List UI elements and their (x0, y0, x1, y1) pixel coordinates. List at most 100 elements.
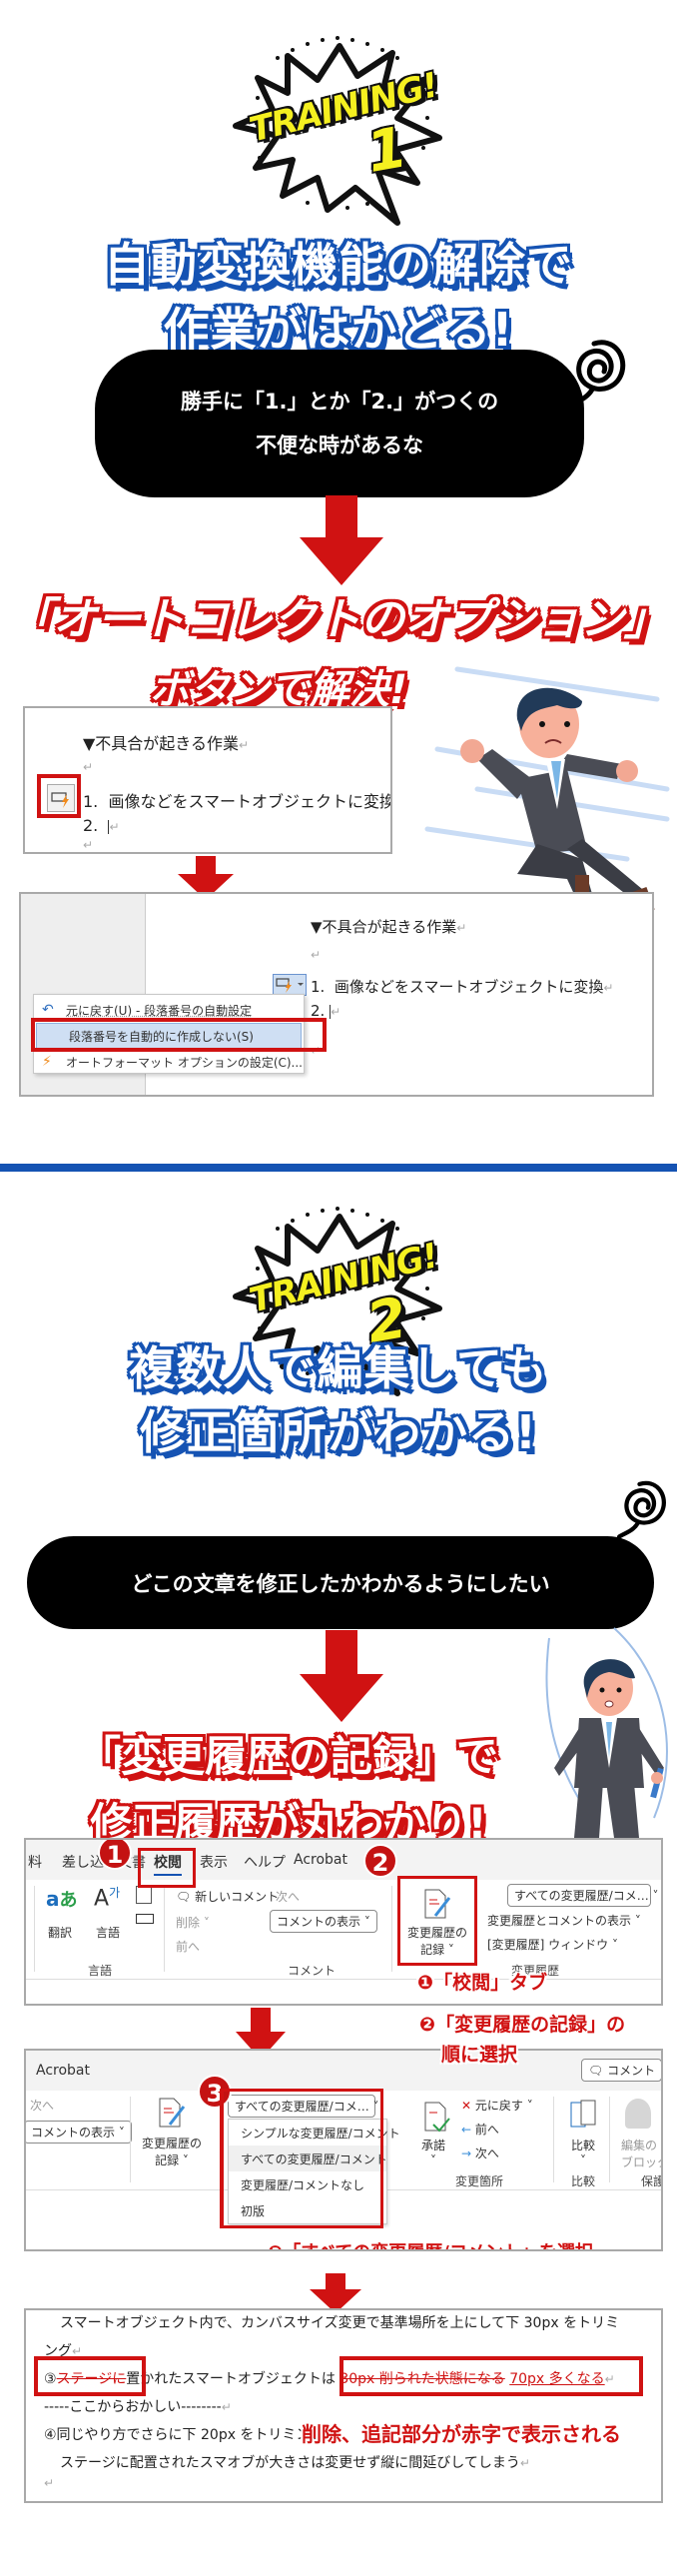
document-screenshot-tracked-changes: スマートオブジェクト内で、カンバスサイズ変更で基準場所を上にして下 30px を… (24, 2308, 663, 2503)
highlight-deleted-text (34, 2356, 146, 2396)
highlight-markup-dropdown (220, 2089, 383, 2228)
doc-line-6: ステージに配置されたスマオブが大きさは変更せず縦に間延びしてしまう↵ (60, 2455, 530, 2471)
tab-help[interactable]: ヘルプ (244, 1852, 286, 1872)
list-item-1: 1. 画像などをスマートオブジェクトに変換↵ (311, 978, 614, 996)
menu-item-autoformat-options[interactable]: ⚡ オートフォーマット オプションの設定(C)... (34, 1049, 304, 1075)
separator (164, 1886, 165, 1972)
ribbon-screenshot-review-tab: 料 差し込み文書 校閲 表示 ヘルプ Acrobat aあ 翻訳 A가 言語 言… (24, 1838, 663, 2006)
prev-comment-button[interactable]: 前へ (176, 1938, 200, 1955)
list-item-1: 1. 画像などをスマートオブジェクトに変換↵ (83, 792, 392, 811)
problem-speech-pill-1: 勝手に「1.」とか「2.」がつくの 不便な時があるな (95, 350, 584, 497)
autocorrect-options-button[interactable] (273, 974, 307, 996)
next-change-button[interactable]: → 次へ (461, 2145, 499, 2161)
doc-line-5: ④同じやり方でさらに下 20px をトリミング (44, 2427, 325, 2443)
doc-heading: ▼不具合が起きる作業↵ (83, 734, 250, 753)
paragraph-mark: ↵ (311, 948, 322, 962)
undo-icon: ↶ (42, 1002, 54, 1018)
next-icon: → (461, 2147, 472, 2160)
accept-icon (424, 2102, 450, 2133)
autocorrect-options-icon (276, 978, 304, 993)
previous-change-button[interactable]: ← 前へ (461, 2121, 499, 2138)
group-label-compare: 比較 (571, 2174, 596, 2188)
comments-button[interactable]: 🗨 コメント (581, 2059, 661, 2082)
group-label-language: 言語 (88, 1964, 113, 1978)
problem-line-2: 不便な時があるな (256, 433, 423, 457)
group-label-comment: コメント (288, 1964, 337, 1978)
doc-heading: ▼不具合が起きる作業↵ (311, 918, 467, 936)
show-markup-button[interactable]: 変更履歴とコメントの表示 ˅ (487, 1912, 641, 1929)
autoformat-icon: ⚡ (42, 1054, 52, 1070)
separator (609, 2097, 610, 2182)
tab-acrobat[interactable]: Acrobat (294, 1852, 347, 1868)
reject-button[interactable]: ✕ 元に戻す ˅ (461, 2097, 533, 2114)
delete-comment-button[interactable]: 削除 ˅ (176, 1914, 210, 1931)
paragraph-mark: ↵ (44, 2476, 55, 2490)
tab-references-partial[interactable]: 料 (28, 1852, 42, 1872)
translate-icon: aあ (46, 1887, 78, 1911)
next-comment-button[interactable]: 次へ (276, 1888, 300, 1905)
compare-button[interactable]: 比較 ˅ (571, 2137, 595, 2167)
training-1-headline-line-1: 自動変換機能の解除で (104, 238, 573, 292)
doc-line-4: -----ここからおかしい--------↵ (44, 2399, 232, 2415)
spelling-icon[interactable] (136, 1886, 152, 1904)
highlight-autocorrect-button (37, 774, 81, 818)
caption-step-3: ❸「すべての変更履歴/コメント」を選択 (268, 2238, 593, 2249)
jumprope-businessman-illustration (545, 1627, 668, 1838)
down-arrow-icon (300, 495, 383, 585)
training-2-headline-line-1: 複数人で編集しても (129, 1341, 548, 1395)
separator (553, 2097, 554, 2182)
previous-icon: ← (461, 2123, 472, 2137)
group-label-changes: 変更箇所 (455, 2174, 504, 2188)
training-1-badge: TRAINING! 1 (218, 18, 457, 228)
paragraph-mark: ↵ (83, 838, 94, 852)
compare-icon (570, 2100, 596, 2128)
tab-acrobat[interactable]: Acrobat (36, 2063, 90, 2079)
next-comment-button[interactable]: 次へ (30, 2097, 54, 2114)
language-button[interactable]: 言語 (96, 1924, 120, 1941)
problem-line-1: 勝手に「1.」とか「2.」がつくの (180, 390, 499, 414)
separator (391, 1886, 392, 1972)
caption-tracked-changes: 削除、追記部分が赤字で表示される (302, 2422, 621, 2446)
accept-button[interactable]: 承諾 ˅ (421, 2137, 445, 2167)
ribbon-screenshot-markup-menu: Acrobat 🗨 コメント 次へ コメントの表示 ˅ 変更履歴の 記録 ˅ すべ… (24, 2049, 663, 2251)
problem-line-1: どこの文章を修正したかわかるようにしたい (131, 1571, 550, 1596)
frustration-scribble-icon (614, 1476, 670, 1546)
training-2-solution-line-1: 「変更履歴の記録」で (78, 1732, 498, 1781)
track-changes-button[interactable]: 変更履歴の 記録 ˅ (138, 2135, 206, 2168)
caption-step-1: ❶「校閲」タブ (417, 1972, 548, 1994)
highlight-changed-text (339, 2356, 643, 2396)
block-editing-icon (625, 2099, 651, 2129)
reject-icon: ✕ (461, 2099, 472, 2113)
list-item-2: 2. ↵ (83, 816, 120, 835)
highlight-review-tab (138, 1848, 196, 1888)
translate-button[interactable]: 翻訳 (48, 1924, 72, 1941)
show-comments-button[interactable]: コメントの表示 ˅ (270, 1910, 377, 1933)
comment-icon: 🗨 (176, 1890, 196, 1904)
problem-speech-pill-2: どこの文章を修正したかわかるようにしたい (27, 1536, 654, 1629)
reviewing-pane-button[interactable]: [変更履歴] ウィンドウ ˅ (487, 1936, 618, 1953)
running-businessman-illustration (424, 666, 670, 926)
keyboard-icon[interactable] (136, 1914, 154, 1924)
paragraph-mark: ↵ (83, 760, 94, 774)
tab-view[interactable]: 表示 (200, 1852, 228, 1872)
highlight-stop-numbering (31, 1018, 327, 1052)
training-2-headline-line-2: 修正箇所がわかる! (140, 1405, 537, 1459)
new-comment-button[interactable]: 🗨 新しいコメント (176, 1888, 279, 1905)
caption-step-2-line-2: 順に選択 (441, 2044, 518, 2066)
down-arrow-icon (300, 1630, 383, 1722)
separator (34, 1886, 35, 1972)
ribbon-tab-bar: Acrobat 🗨 コメント (26, 2051, 661, 2091)
block-editing-button[interactable]: 編集のブロック ˅ (621, 2137, 661, 2170)
doc-line-1: スマートオブジェクト内で、カンバスサイズ変更で基準場所を上にして下 30px を… (60, 2315, 620, 2331)
down-arrow-icon (310, 2273, 361, 2313)
show-comments-button[interactable]: コメントの表示 ˅ (26, 2121, 132, 2144)
caption-step-2-line-1: ❷「変更履歴の記録」の (419, 2014, 626, 2036)
track-changes-icon (159, 2098, 186, 2128)
separator (130, 2097, 131, 2182)
highlight-track-changes (397, 1876, 477, 1966)
markup-select[interactable]: すべての変更履歴/コメ… ˅ (507, 1884, 659, 1907)
group-label-protect: 保護 (641, 2174, 663, 2188)
frustration-scribble-icon (564, 336, 630, 416)
step-2-badge: 2 (363, 1844, 397, 1878)
section-divider (0, 1164, 677, 1172)
